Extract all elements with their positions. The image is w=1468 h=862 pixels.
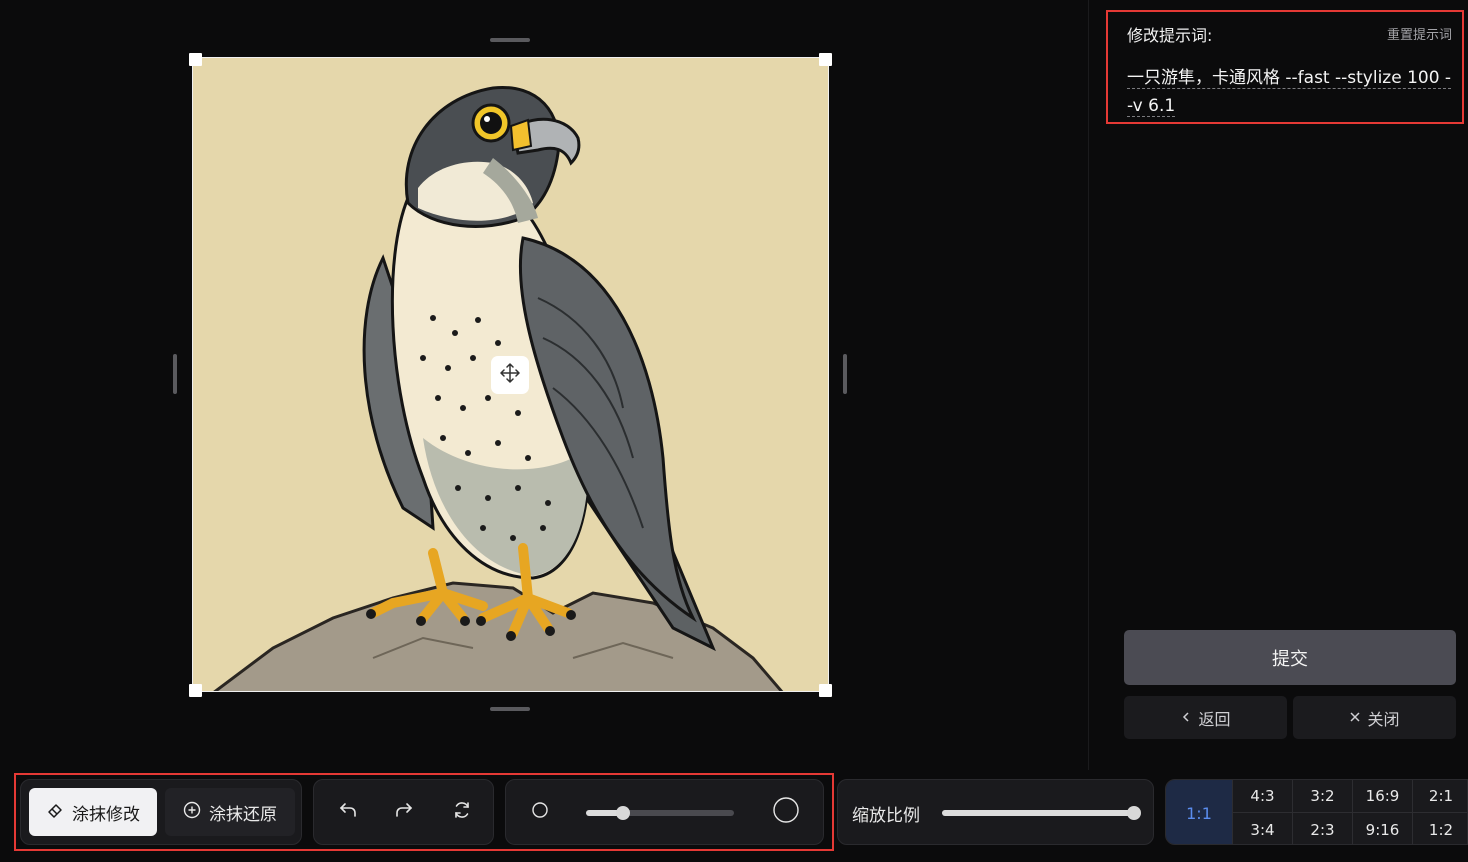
corner-handle-top-left[interactable] [189,53,202,66]
corner-handle-top-right[interactable] [819,53,832,66]
ratio-option[interactable]: 1:2 [1412,813,1467,844]
back-button[interactable]: 返回 [1124,696,1287,739]
corner-handle-bottom-right[interactable] [819,684,832,697]
submit-button[interactable]: 提交 [1124,630,1456,685]
ratio-option[interactable]: 9:16 [1352,813,1412,844]
left-resize-handle[interactable] [173,354,177,394]
refresh-icon [452,800,472,824]
brush-size-thumb[interactable] [616,806,630,820]
prompt-text-line1: 一只游隼，卡通风格 --fast --stylize 100 - [1127,68,1452,89]
zoom-thumb[interactable] [1127,806,1141,820]
right-panel: 修改提示词: 重置提示词 一只游隼，卡通风格 --fast --stylize … [1088,0,1468,770]
undo-icon [338,800,358,824]
corner-handle-bottom-left[interactable] [189,684,202,697]
prompt-label: 修改提示词: [1127,26,1213,45]
ratio-option[interactable]: 16:9 [1352,780,1412,813]
undo-button[interactable] [330,794,366,830]
move-button[interactable] [491,356,529,394]
brush-small-button[interactable] [522,794,558,830]
chevron-left-icon [1180,708,1192,727]
move-icon [498,361,522,389]
ratio-option[interactable]: 2:3 [1292,813,1352,844]
back-label: 返回 [1198,709,1231,729]
smear-edit-label: 涂抹修改 [72,804,140,825]
smear-restore-button[interactable]: 涂抹还原 [165,788,295,836]
submit-label: 提交 [1272,648,1308,670]
reset-prompt-button[interactable]: 重置提示词 [1387,24,1452,43]
history-group [313,779,494,845]
editor-canvas [0,0,1088,770]
prompt-text[interactable]: 一只游隼，卡通风格 --fast --stylize 100 - -v 6.1 [1127,64,1461,120]
ratio-option[interactable]: 4:3 [1232,780,1292,813]
ratio-option[interactable]: 2:1 [1412,780,1467,813]
zoom-group: 缩放比例 [837,779,1154,845]
brush-size-group [505,779,824,845]
eraser-icon [46,801,64,824]
ratio-option-selected[interactable]: 1:1 [1166,780,1232,844]
bottom-resize-handle[interactable] [490,707,530,711]
smear-restore-label: 涂抹还原 [209,804,277,825]
reset-canvas-button[interactable] [444,794,480,830]
brush-large-button[interactable] [768,794,804,830]
zoom-fill [942,810,1134,816]
ratio-option[interactable]: 3:4 [1232,813,1292,844]
redo-icon [394,800,414,824]
smear-tools-group: 涂抹修改 涂抹还原 [20,779,302,845]
aspect-ratio-selector: 1:1 4:3 3:2 16:9 2:1 3:4 2:3 9:16 1:2 [1165,779,1468,845]
prompt-editor[interactable]: 修改提示词: 重置提示词 一只游隼，卡通风格 --fast --stylize … [1106,10,1464,124]
close-button[interactable]: 关闭 [1293,696,1456,739]
prompt-text-line2: -v 6.1 [1127,96,1176,117]
close-icon [1349,708,1361,727]
zoom-label: 缩放比例 [852,806,920,826]
ratio-option[interactable]: 3:2 [1292,780,1352,813]
plus-circle-icon [183,801,201,824]
brush-small-icon [531,801,549,823]
top-resize-handle[interactable] [490,38,530,42]
close-label: 关闭 [1367,709,1400,729]
brush-large-icon [772,796,800,828]
smear-edit-button[interactable]: 涂抹修改 [29,788,157,836]
right-resize-handle[interactable] [843,354,847,394]
redo-button[interactable] [386,794,422,830]
